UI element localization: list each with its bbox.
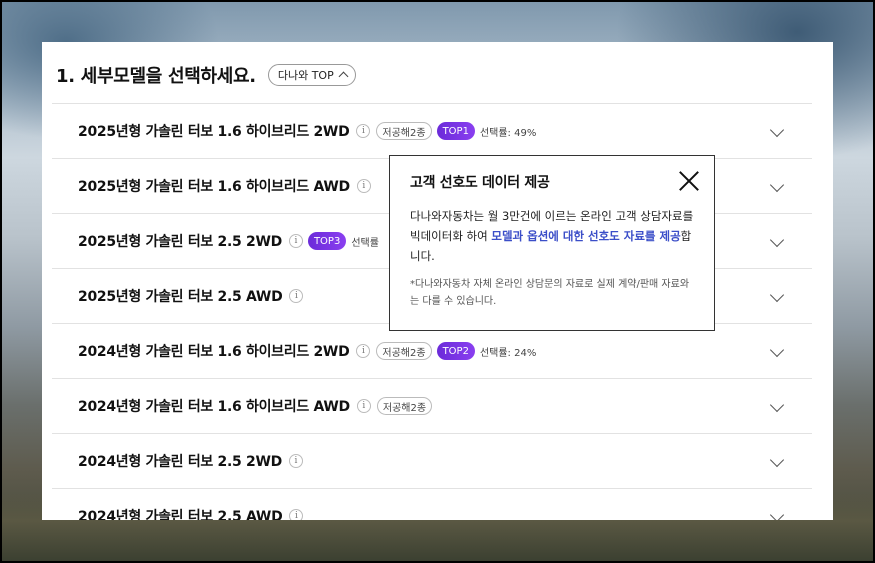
top-rank-badge: TOP2 [436, 342, 475, 360]
danawa-top-button[interactable]: 다나와 TOP [267, 64, 356, 86]
selection-rate: 선택률: 24% [479, 347, 537, 359]
info-icon[interactable]: i [288, 454, 303, 468]
info-icon[interactable]: i [288, 234, 303, 248]
top-rank-badge: TOP3 [307, 232, 347, 250]
model-name: 2025년형 가솔린 터보 2.5 2WD [78, 234, 282, 250]
close-icon[interactable] [678, 170, 700, 192]
emission-badge: 저공해2종 [376, 122, 432, 140]
model-name: 2025년형 가솔린 터보 1.6 하이브리드 AWD [78, 179, 350, 195]
model-name: 2024년형 가솔린 터보 1.6 하이브리드 AWD [78, 399, 350, 415]
model-row[interactable]: 2024년형 가솔린 터보 1.6 하이브리드 2WD i 저공해2종 TOP2 선택률… [52, 323, 812, 378]
info-icon[interactable]: i [289, 509, 304, 520]
popup-note: *다나와자동차 자체 온라인 상담문의 자료로 실제 계약/판매 자료와는 다를… [410, 279, 690, 307]
selection-rate: 선택률 [351, 237, 379, 249]
model-row[interactable]: 2024년형 가솔린 터보 2.5 2WD i [52, 433, 812, 488]
model-row[interactable]: 2024년형 가솔린 터보 2.5 AWD i [52, 488, 812, 520]
heading-row: 1. 세부모델을 선택하세요. 다나와 TOP [56, 62, 356, 88]
chevron-down-icon[interactable] [769, 507, 785, 520]
emission-badge: 저공해2종 [376, 397, 433, 415]
info-icon[interactable]: i [356, 399, 371, 413]
chevron-down-icon[interactable] [769, 342, 785, 358]
popup-body: 다나와자동차는 월 3만건에 이르는 온라인 고객 상담자료를 빅데이터화 하여… [410, 206, 694, 266]
chevron-down-icon[interactable] [769, 397, 785, 413]
chevron-up-icon [338, 71, 349, 82]
model-name: 2024년형 가솔린 터보 2.5 2WD [78, 454, 282, 470]
chevron-down-icon[interactable] [769, 177, 785, 193]
model-name: 2025년형 가솔린 터보 1.6 하이브리드 2WD [78, 124, 350, 140]
model-name: 2024년형 가솔린 터보 1.6 하이브리드 2WD [78, 344, 350, 360]
chevron-down-icon[interactable] [769, 232, 785, 248]
page-title: 1. 세부모델을 선택하세요. [56, 66, 256, 87]
model-name: 2024년형 가솔린 터보 2.5 AWD [78, 509, 283, 520]
popup-title: 고객 선호도 데이터 제공 [410, 175, 550, 191]
info-icon[interactable]: i [289, 289, 304, 303]
info-icon[interactable]: i [356, 179, 371, 193]
chevron-down-icon[interactable] [769, 122, 785, 138]
emission-badge: 저공해2종 [376, 342, 432, 360]
popup-body-highlight: 모델과 옵션에 대한 선호도 자료를 제공 [491, 229, 681, 243]
model-row[interactable]: 2024년형 가솔린 터보 1.6 하이브리드 AWD i 저공해2종 [52, 378, 812, 433]
chevron-down-icon[interactable] [769, 452, 785, 468]
chevron-down-icon[interactable] [769, 287, 785, 303]
selection-rate: 선택률: 49% [479, 127, 537, 139]
model-row[interactable]: 2025년형 가솔린 터보 1.6 하이브리드 2WD i 저공해2종 TOP1 선택률… [52, 103, 812, 158]
model-name: 2025년형 가솔린 터보 2.5 AWD [78, 289, 283, 305]
top-rank-badge: TOP1 [436, 122, 475, 140]
preference-info-popup: 고객 선호도 데이터 제공 다나와자동차는 월 3만건에 이르는 온라인 고객 … [389, 155, 715, 331]
danawa-top-label: 다나와 TOP [277, 69, 334, 82]
info-icon[interactable]: i [356, 344, 371, 358]
info-icon[interactable]: i [356, 124, 371, 138]
